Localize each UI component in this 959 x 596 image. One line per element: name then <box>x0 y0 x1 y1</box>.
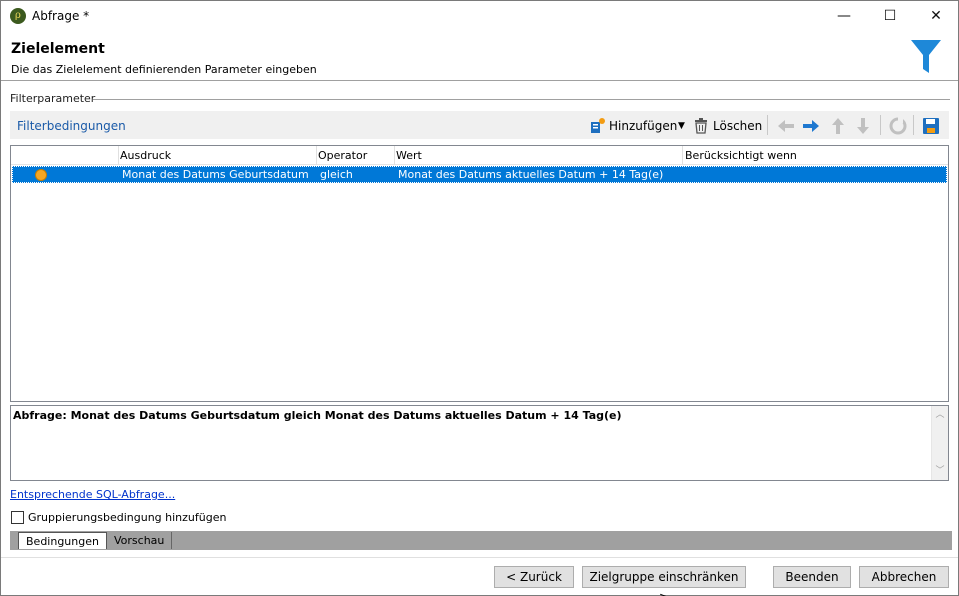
condition-status-icon <box>35 169 47 181</box>
cell-operator: gleich <box>320 168 353 181</box>
delete-button[interactable]: Löschen <box>713 116 762 136</box>
query-window: ρ Abfrage * — ☐ ✕ Zielelement Die das Zi… <box>0 0 959 596</box>
column-divider <box>118 146 119 165</box>
query-scrollbar[interactable]: ︿ ﹀ <box>931 406 948 480</box>
minimize-button[interactable]: — <box>821 1 867 31</box>
sql-query-link[interactable]: Entsprechende SQL-Abfrage... <box>10 488 175 501</box>
wizard-header: Zielelement Die das Zielelement definier… <box>1 31 958 81</box>
funnel-icon <box>911 40 941 73</box>
tab-preview[interactable]: Vorschau <box>107 532 173 549</box>
section-label: Filterparameter <box>10 92 96 105</box>
column-divider <box>316 146 317 165</box>
footer-divider <box>1 557 958 558</box>
page-subtitle: Die das Zielelement definierenden Parame… <box>11 63 317 76</box>
conditions-grid: Ausdruck Operator Wert Berücksichtigt we… <box>10 145 949 402</box>
cancel-button[interactable]: Abbrechen <box>859 566 949 588</box>
grouping-checkbox-label[interactable]: Gruppierungsbedingung hinzufügen <box>28 511 226 524</box>
next-button[interactable]: Zielgruppe einschränken > <box>582 566 746 596</box>
arrow-down-icon[interactable] <box>855 116 871 136</box>
refresh-icon[interactable] <box>889 116 907 136</box>
tab-bar: Bedingungen Vorschau <box>10 531 952 550</box>
column-header-operator[interactable]: Operator <box>318 149 367 162</box>
grouping-checkbox[interactable] <box>11 511 24 524</box>
title-bar: ρ Abfrage * — ☐ ✕ <box>1 1 958 31</box>
dropdown-arrow-icon[interactable]: ▼ <box>678 116 685 136</box>
toolbar-label: Filterbedingungen <box>17 119 126 133</box>
finish-button[interactable]: Beenden <box>773 566 851 588</box>
query-text: Abfrage: Monat des Datums Geburtsdatum g… <box>13 409 622 422</box>
add-condition-icon[interactable] <box>589 116 607 136</box>
table-row[interactable]: Monat des Datums Geburtsdatum gleich Mon… <box>12 166 947 183</box>
column-header-expression[interactable]: Ausdruck <box>120 149 171 162</box>
main-content: Filterparameter Filterbedingungen Hinzuf… <box>1 82 958 557</box>
close-button[interactable]: ✕ <box>913 1 959 31</box>
trash-icon[interactable] <box>694 116 710 136</box>
toolbar-separator <box>880 115 881 135</box>
grid-header: Ausdruck Operator Wert Berücksichtigt we… <box>11 146 948 165</box>
app-icon: ρ <box>10 8 26 24</box>
maximize-button[interactable]: ☐ <box>867 1 913 31</box>
section-divider <box>93 99 950 100</box>
save-icon[interactable] <box>922 116 940 136</box>
column-divider <box>682 146 683 165</box>
arrow-up-icon[interactable] <box>830 116 846 136</box>
filter-toolbar: Filterbedingungen Hinzufügen ▼ Löschen <box>10 111 949 139</box>
scroll-up-icon[interactable]: ︿ <box>932 407 948 423</box>
add-button[interactable]: Hinzufügen <box>609 116 677 136</box>
column-divider <box>394 146 395 165</box>
toolbar-separator <box>913 115 914 135</box>
scroll-down-icon[interactable]: ﹀ <box>932 463 948 479</box>
column-header-condition[interactable]: Berücksichtigt wenn <box>685 149 797 162</box>
query-preview-box: Abfrage: Monat des Datums Geburtsdatum g… <box>10 405 949 481</box>
window-title: Abfrage * <box>32 9 90 23</box>
cell-expression: Monat des Datums Geburtsdatum <box>122 168 309 181</box>
tab-conditions[interactable]: Bedingungen <box>18 532 107 549</box>
arrow-left-icon[interactable] <box>777 116 795 136</box>
arrow-right-icon[interactable] <box>802 116 820 136</box>
toolbar-separator <box>767 115 768 135</box>
back-button[interactable]: < Zurück <box>494 566 574 588</box>
page-title: Zielelement <box>11 41 105 57</box>
column-header-value[interactable]: Wert <box>396 149 422 162</box>
cell-value: Monat des Datums aktuelles Datum + 14 Ta… <box>398 168 664 181</box>
